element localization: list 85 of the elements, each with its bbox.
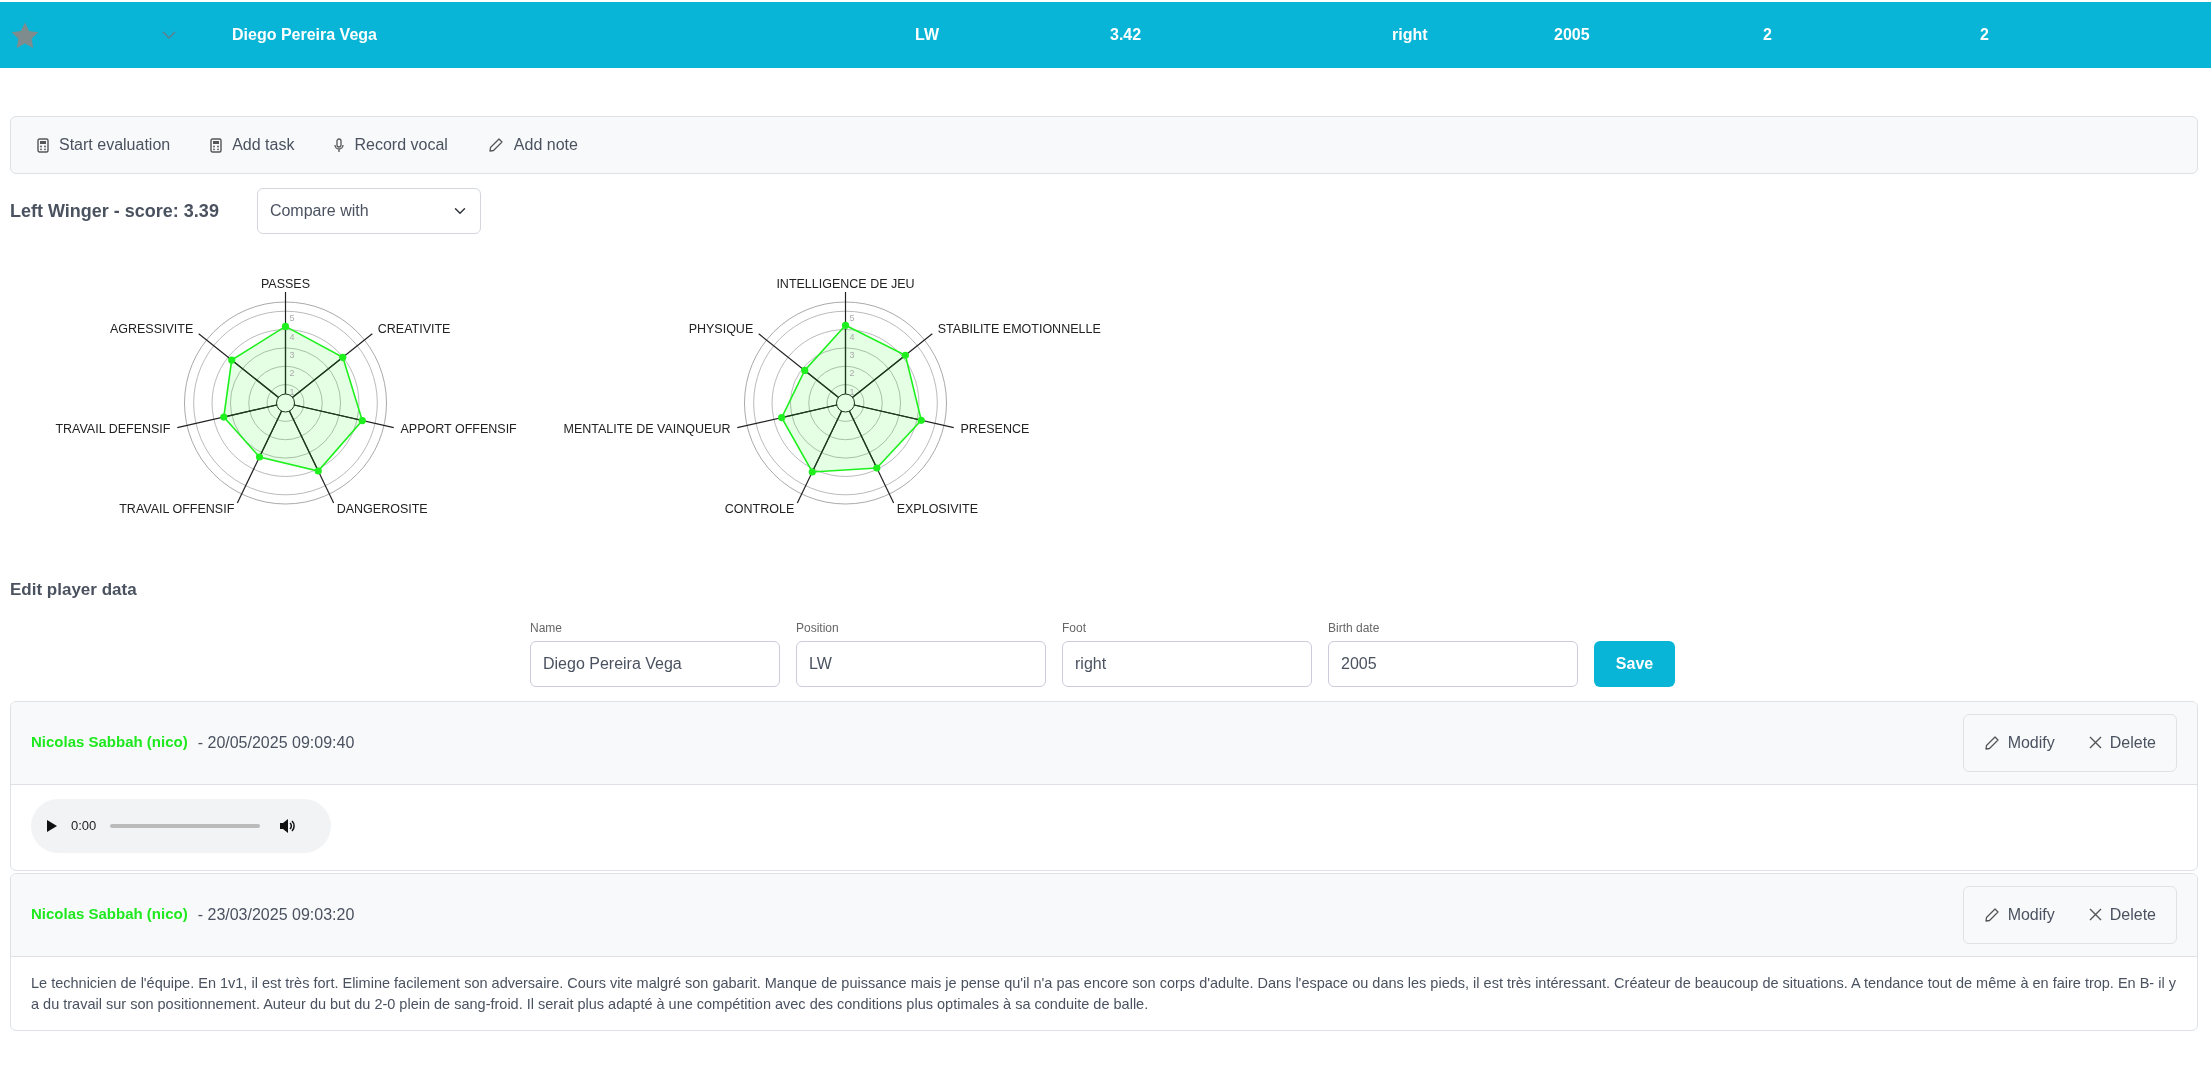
field-label: Position: [796, 619, 840, 637]
data-point: [808, 468, 816, 476]
data-point: [220, 413, 228, 421]
pencil-icon: [1983, 906, 2000, 923]
tick-label: 1: [849, 386, 855, 397]
tick-label: 1: [289, 386, 295, 397]
calculator-icon: [210, 137, 223, 153]
data-point: [228, 356, 236, 364]
axis-label: EXPLOSIVITE: [896, 501, 978, 516]
modify-button[interactable]: Modify: [1983, 730, 2055, 755]
input-field[interactable]: right: [1062, 640, 1312, 687]
close-icon: [2088, 908, 2102, 921]
pencil-icon: [487, 137, 504, 153]
note-date: - 20/05/2025 09:09:40: [197, 732, 355, 753]
time-label: 0:00: [71, 816, 97, 835]
profile-title: Left Winger - score: 3.39: [10, 199, 219, 223]
axis-label: MENTALITE DE VAINQUEUR: [563, 421, 731, 436]
axis-label: INTELLIGENCE DE JEU: [776, 277, 915, 292]
axis-label: TRAVAIL OFFENSIF: [119, 501, 235, 516]
axis-label: AGRESSIVITE: [109, 321, 194, 336]
data-point: [358, 416, 366, 425]
data-point: [873, 464, 881, 472]
author-name: Nicolas Sabbah (nico): [31, 732, 188, 753]
axis-label: CONTROLE: [724, 501, 795, 516]
tick-label: 4: [289, 331, 295, 342]
row-cell-text: 2: [1980, 25, 1989, 45]
data-point: [281, 322, 290, 330]
pencil-icon: [1983, 734, 2000, 751]
center-circle: [276, 393, 295, 413]
toolbar-button[interactable]: Add task: [210, 133, 295, 157]
star-icon[interactable]: [10, 20, 40, 50]
data-point: [801, 366, 809, 375]
axis-label: PASSES: [260, 277, 311, 292]
tick-label: 3: [289, 349, 295, 360]
data-point: [314, 467, 322, 475]
data-point: [917, 416, 925, 424]
modify-button[interactable]: Modify: [1983, 902, 2055, 927]
data-point: [255, 453, 264, 461]
close-icon: [2088, 736, 2102, 749]
tick-label: 2: [849, 368, 855, 379]
note-text: Le technicien de l'équipe. En 1v1, il est très fort. Elimine facilement son adversaire. Cours vite malgré son gabarit. Manque de puissance mais je pense qu'il n'a pas encore son corps d'adulte. Dans l'espace ou dans les pieds, il est très intéressant. Créateur de beaucoup de situations. A tendance tout de même à en faire trop. En B- il y a du travail sur son positionnement. Auteur du but du 2-0 plein de sang-froid. Il serait plus adapté à une compétition avec des conditions plus optimales à sa conduite de balle.: [30, 973, 2177, 1015]
progress-track[interactable]: [110, 823, 261, 828]
compare-select[interactable]: Compare with: [256, 188, 481, 234]
section-title: Edit player data: [10, 579, 138, 601]
delete-button[interactable]: Delete: [2088, 730, 2156, 755]
axis-label: DANGEROSITE: [336, 501, 428, 516]
data-point: [841, 321, 850, 329]
tick-label: 4: [849, 331, 855, 342]
row-cell-text: LW: [915, 25, 939, 45]
input-field[interactable]: Diego Pereira Vega: [530, 640, 780, 687]
toolbar-button[interactable]: Record vocal: [334, 133, 448, 157]
axis-label: APPORT OFFENSIF: [400, 421, 517, 436]
row-cell-text: 2: [1763, 25, 1772, 45]
center-circle: [836, 393, 855, 413]
field-label: Birth date: [1328, 619, 1381, 637]
data-point: [339, 353, 347, 361]
input-field[interactable]: 2005: [1328, 640, 1578, 687]
data-point: [778, 413, 786, 422]
axis-label: PRESENCE: [960, 421, 1030, 436]
axis-label: PHYSIQUE: [688, 321, 754, 336]
toolbar-button[interactable]: Add note: [487, 133, 578, 157]
chevron-icon[interactable]: [162, 30, 176, 40]
microphone-icon: [334, 137, 345, 153]
axis-label: STABILITE EMOTIONNELLE: [937, 321, 1101, 336]
row-cell-text: 3.42: [1110, 25, 1142, 45]
toolbar-button[interactable]: Start evaluation: [37, 133, 171, 157]
note-date: - 23/03/2025 09:03:20: [197, 904, 355, 925]
row-cell-text: right: [1392, 25, 1428, 45]
axis-label: TRAVAIL DEFENSIF: [55, 421, 171, 436]
tick-label: 3: [849, 349, 855, 360]
input-field[interactable]: LW: [796, 640, 1046, 687]
author-name: Nicolas Sabbah (nico): [31, 904, 188, 925]
row-cell-text: 2005: [1554, 25, 1590, 45]
row-cell-text: Diego Pereira Vega: [232, 25, 377, 45]
axis-label: CREATIVITE: [377, 321, 451, 336]
volume-icon[interactable]: [280, 818, 297, 833]
play-icon[interactable]: [47, 819, 57, 832]
tick-label: 5: [289, 313, 295, 324]
tick-label: 5: [849, 313, 855, 324]
tick-label: 2: [289, 368, 295, 379]
field-label: Name: [530, 619, 563, 637]
field-label: Foot: [1062, 619, 1087, 637]
data-point: [901, 351, 909, 359]
calculator-icon: [37, 137, 49, 153]
delete-button[interactable]: Delete: [2088, 902, 2156, 927]
